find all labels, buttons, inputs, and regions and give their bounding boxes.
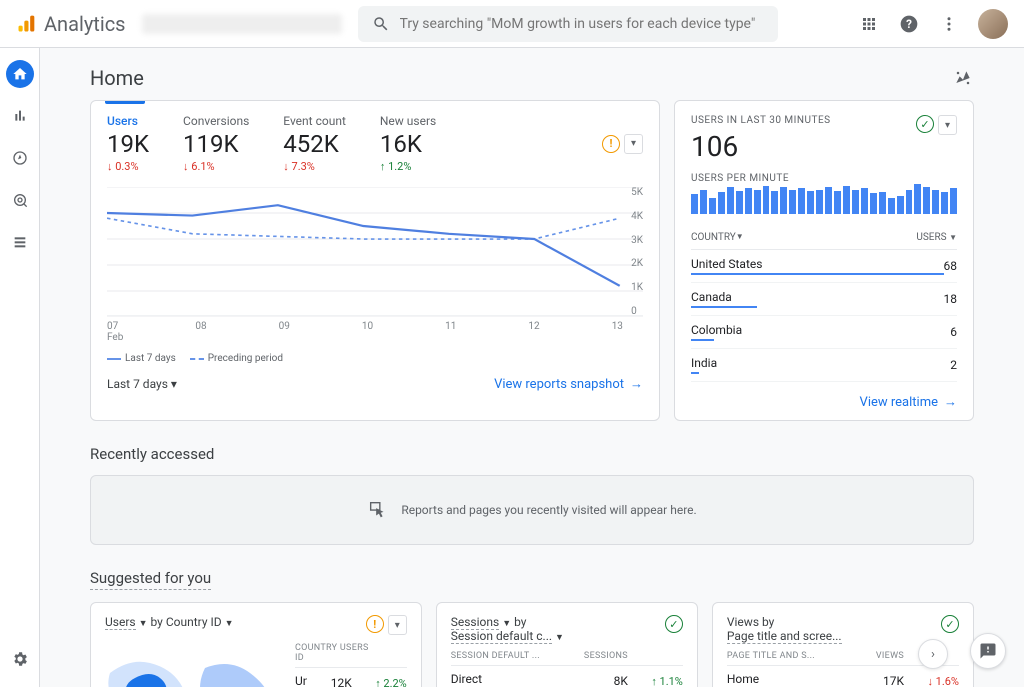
realtime-sparkline [691, 184, 957, 214]
nav-configure[interactable] [6, 228, 34, 256]
range-selector[interactable]: Last 7 days ▾ [107, 377, 177, 391]
search-icon [372, 15, 390, 33]
help-icon[interactable]: ? [898, 13, 920, 35]
insights-icon[interactable] [952, 67, 974, 89]
legend-current: Last 7 days [107, 353, 176, 364]
warning-badge-icon: ! [366, 615, 384, 633]
brand-text: Analytics [44, 12, 126, 36]
search-input[interactable] [400, 16, 764, 32]
view-reports-link[interactable]: View reports snapshot → [494, 376, 643, 392]
rt-label: USERS IN LAST 30 MINUTES [691, 115, 831, 126]
metric-users[interactable]: Users19K↓ 0.3% [107, 114, 149, 173]
suggested-title: Suggested for you [90, 569, 211, 590]
rt-value: 106 [691, 130, 831, 163]
sugg1-metric[interactable]: Users [105, 615, 136, 630]
ok-badge-icon: ✓ [665, 615, 683, 633]
search-bar[interactable] [358, 6, 778, 42]
sugg2-dim[interactable]: Session default c... [451, 629, 552, 644]
metric-conversions[interactable]: Conversions119K↓ 6.1% [183, 114, 249, 173]
recent-empty: Reports and pages you recently visited w… [90, 475, 974, 545]
table-row: Home17K↓ 1.6% [727, 666, 959, 687]
realtime-card: USERS IN LAST 30 MINUTES 106 ✓ ▾ USERS P… [674, 100, 974, 421]
view-realtime-link[interactable]: View realtime → [860, 394, 957, 410]
next-button[interactable]: › [918, 639, 948, 669]
avatar[interactable] [978, 9, 1008, 39]
overview-card: Users19K↓ 0.3% Conversions119K↓ 6.1% Event… [90, 100, 660, 421]
metric-new-users[interactable]: New users16K↑ 1.2% [380, 114, 436, 173]
page-title: Home [90, 66, 144, 90]
rt-row: India2 [691, 349, 957, 382]
analytics-logo-icon [16, 14, 36, 34]
cursor-icon [367, 499, 389, 521]
nav-settings[interactable] [6, 645, 34, 673]
nav-advertising[interactable] [6, 186, 34, 214]
nav-reports[interactable] [6, 102, 34, 130]
sugg2-metric[interactable]: Sessions [451, 615, 499, 630]
recent-title: Recently accessed [90, 445, 974, 463]
overview-chart: 5K4K3K2K1K0 [107, 187, 643, 317]
rt-row: United States68 [691, 250, 957, 283]
sugg3-dim[interactable]: Page title and scree... [727, 629, 842, 644]
ok-badge-icon: ✓ [916, 115, 934, 133]
apps-icon[interactable] [858, 13, 880, 35]
nav-home[interactable] [6, 60, 34, 88]
more-icon[interactable] [938, 13, 960, 35]
rt-row: Colombia6 [691, 316, 957, 349]
realtime-menu[interactable]: ▾ [938, 115, 957, 135]
sugg-card-channel: Sessions ▼ bySession default c... ▼ ✓ SE… [436, 602, 698, 687]
sugg1-menu[interactable]: ▾ [388, 615, 407, 635]
main-content: Home Users19K↓ 0.3% Conversions119K↓ 6.1%… [40, 48, 1024, 687]
table-row: United States12K↑ 2.2% [295, 668, 407, 687]
warning-badge-icon: ! [602, 135, 620, 153]
ok-badge-icon: ✓ [941, 615, 959, 633]
rt-row: Canada18 [691, 283, 957, 316]
nav-explore[interactable] [6, 144, 34, 172]
table-row: Direct8K↑ 1.1% [451, 666, 683, 687]
brand[interactable]: Analytics [16, 12, 126, 36]
overview-menu[interactable]: ▾ [624, 134, 643, 154]
world-map-icon [105, 643, 285, 687]
left-nav [0, 48, 40, 687]
legend-prev: Preceding period [190, 353, 283, 364]
sugg-card-country: Users ▼ by Country ID ▼ !▾ COUNTRY IDUSE… [90, 602, 422, 687]
topbar: Analytics ? [0, 0, 1024, 48]
svg-text:?: ? [906, 17, 912, 31]
feedback-button[interactable] [970, 633, 1006, 669]
metric-event-count[interactable]: Event count452K↓ 7.3% [283, 114, 346, 173]
property-selector[interactable] [142, 14, 342, 34]
